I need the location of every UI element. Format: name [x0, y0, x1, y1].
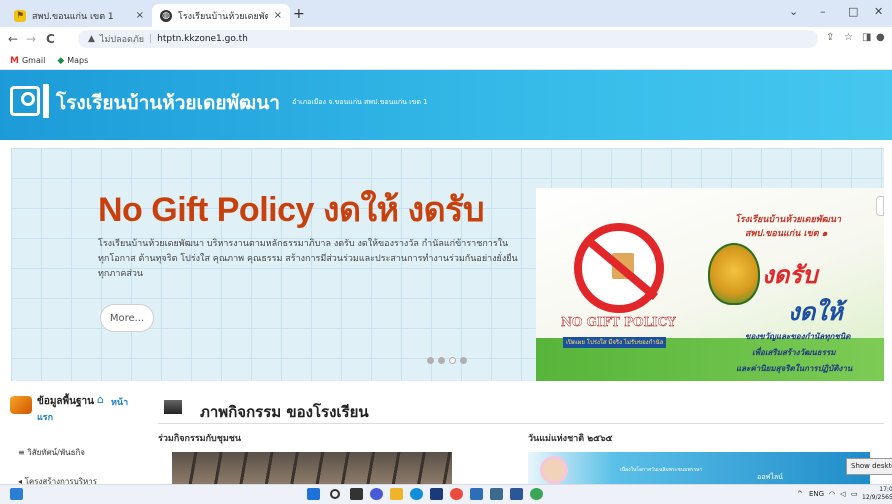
chrome-icon[interactable] [450, 488, 463, 500]
people-icon[interactable] [470, 488, 483, 500]
list-icon: ≡ [18, 448, 28, 457]
portrait-image [540, 456, 568, 484]
chrome-alt-icon[interactable] [530, 488, 543, 500]
share-icon[interactable]: ⇪ [826, 32, 834, 43]
photo-banner-text: เนื่องในโอกาสวันเฉลิมพระชนมพรรษา [620, 467, 703, 473]
volume-icon[interactable]: ◁ [840, 490, 845, 498]
edge-icon[interactable] [410, 488, 423, 500]
photo-banner-label: ออฟไลน์ [757, 473, 783, 481]
globe-icon: ◍ [160, 9, 172, 22]
slider-dot-1[interactable] [427, 357, 434, 364]
side-panel-icon[interactable]: ◨ [862, 32, 871, 43]
file-explorer-icon[interactable] [390, 488, 403, 500]
info-folder-icon [10, 396, 32, 414]
task-view-icon[interactable] [350, 488, 363, 500]
close-window-button[interactable]: ✕ [874, 5, 883, 18]
bookmark-star-icon[interactable]: ☆ [844, 32, 853, 43]
home-link-continued[interactable]: แรก [37, 410, 53, 424]
close-tab-icon[interactable]: × [274, 10, 282, 21]
tab-title: สพป.ขอนแก่น เขต 1 [32, 11, 114, 22]
poster-edge [876, 196, 884, 216]
word-icon[interactable] [510, 488, 523, 500]
poster-caption-2: เพื่อเสริมสร้างวัฒนธรรม [752, 347, 836, 357]
tab-search-icon[interactable]: ⌄ [789, 5, 798, 18]
profile-icon[interactable]: ● [876, 32, 885, 43]
poster-school-name: โรงเรียนบ้านห้วยเดยพัฒนา [735, 215, 842, 225]
school-subtitle: อำเภอเมือง จ.ขอนแก่น สพป.ขอนแก่น เขต 1 [292, 98, 428, 106]
obec-emblem-icon [708, 243, 760, 305]
home-link[interactable]: หน้า [111, 395, 128, 409]
language-indicator[interactable]: ENG [809, 490, 824, 498]
bookmark-label: Maps [67, 56, 89, 65]
slider-dot-4[interactable] [460, 357, 467, 364]
battery-icon[interactable]: ▭ [851, 490, 858, 498]
gallery-caption-1[interactable]: ร่วมกิจกรรมกับชุมชน [158, 431, 241, 445]
poster-no-give: งดให้ [788, 297, 843, 326]
maps-icon: ◆ [57, 55, 65, 66]
school-favicon-icon: ⚑ [14, 9, 26, 22]
reload-button[interactable]: C [46, 32, 55, 46]
taskbar [0, 484, 892, 504]
home-icon[interactable]: ⌂ [97, 393, 104, 406]
gallery-title: ภาพกิจกรรม ของโรงเรียน [200, 403, 369, 421]
security-status: ไม่ปลอดภัย [99, 35, 145, 45]
close-tab-icon[interactable]: × [136, 10, 144, 21]
chat-icon[interactable] [370, 488, 383, 500]
no-gift-prohibited-icon [574, 223, 664, 313]
address-bar[interactable]: ▲ ไม่ปลอดภัย | htptn.kkzone1.go.th [78, 30, 818, 48]
url-text: htptn.kkzone1.go.th [157, 34, 248, 44]
slider-dot-2[interactable] [438, 357, 445, 364]
browser-tab-1[interactable]: ⚑ สพป.ขอนแก่น เขต 1 × [6, 4, 152, 27]
poster-office: สพป.ขอนแก่น เขต ๑ [745, 229, 828, 239]
store-icon[interactable] [430, 488, 443, 500]
browser-tab-2[interactable]: ◍ โรงเรียนบ้านห้วยเดยพัฒนา สพป.ขก.1 × [152, 4, 290, 27]
maximize-button[interactable]: □ [848, 5, 858, 18]
warning-icon[interactable]: ▲ [88, 34, 95, 44]
start-icon[interactable] [307, 488, 320, 500]
bookmark-gmail[interactable]: M Gmail [10, 56, 45, 66]
hero-text: โรงเรียนบ้านห้วยเดยพัฒนา บริหารงานตามหลั… [98, 239, 518, 279]
forward-button[interactable]: → [26, 32, 36, 46]
minimize-button[interactable]: – [820, 5, 826, 18]
sidebar-item-label: วิสัยทัศน์/พันธกิจ [27, 448, 85, 457]
tray-chevron-icon[interactable]: ^ [797, 490, 803, 498]
wifi-icon[interactable]: ◠ [829, 490, 835, 498]
poster-no-receive: งดรับ [762, 260, 818, 289]
school-logo-icon[interactable] [10, 86, 40, 116]
gmail-icon: M [10, 55, 19, 66]
app-icon[interactable] [490, 488, 503, 500]
more-button[interactable]: More... [100, 304, 154, 332]
search-icon[interactable] [330, 489, 340, 499]
gallery-photo-community[interactable] [172, 452, 452, 484]
bookmark-label: Gmail [21, 56, 46, 65]
system-clock[interactable]: 17:0 12/9/2565 [862, 486, 892, 502]
clock-date: 12/9/2565 [862, 494, 892, 501]
poster-no-gift-label: NO GIFT POLICY [561, 315, 676, 329]
slider-dot-3[interactable] [449, 357, 456, 364]
address-separator: | [149, 34, 153, 44]
poster-caption-1: ของขวัญและของกำนัลทุกชนิด [745, 331, 851, 341]
gallery-caption-2[interactable]: วันแม่แห่งชาติ ๒๕๖๕ [528, 431, 612, 445]
gallery-icon [164, 400, 182, 414]
tab-title: โรงเรียนบ้านห้วยเดยพัฒนา สพป.ขก.1 [178, 11, 268, 22]
hero-title: No Gift Policy งดให้ งดรับ [98, 191, 485, 229]
gallery-divider [158, 423, 884, 424]
slider-dots [427, 357, 467, 364]
sidebar-heading: ข้อมูลพื้นฐาน [37, 396, 94, 407]
show-desktop-tooltip: Show deskto [846, 458, 892, 475]
bookmark-maps[interactable]: ◆ Maps [57, 56, 88, 66]
back-button[interactable]: ← [8, 32, 18, 46]
poster-tag: เปิดเผย โปร่งใส มีจริง ไม่รับของกำนัล [563, 337, 667, 348]
bookmarks-bar: M Gmail ◆ Maps [0, 52, 892, 70]
app-window-icon[interactable] [10, 488, 23, 500]
school-name[interactable]: โรงเรียนบ้านห้วยเดยพัฒนา [56, 88, 280, 118]
new-tab-button[interactable]: + [293, 6, 305, 22]
poster-caption-3: และค่านิยมสุจริตในการปฏิบัติงาน [736, 363, 853, 373]
sidebar-item-vision[interactable]: ≡ วิสัยทัศน์/พันธกิจ [18, 446, 85, 459]
logo-divider [43, 84, 49, 118]
clock-time: 17:0 [879, 486, 892, 493]
